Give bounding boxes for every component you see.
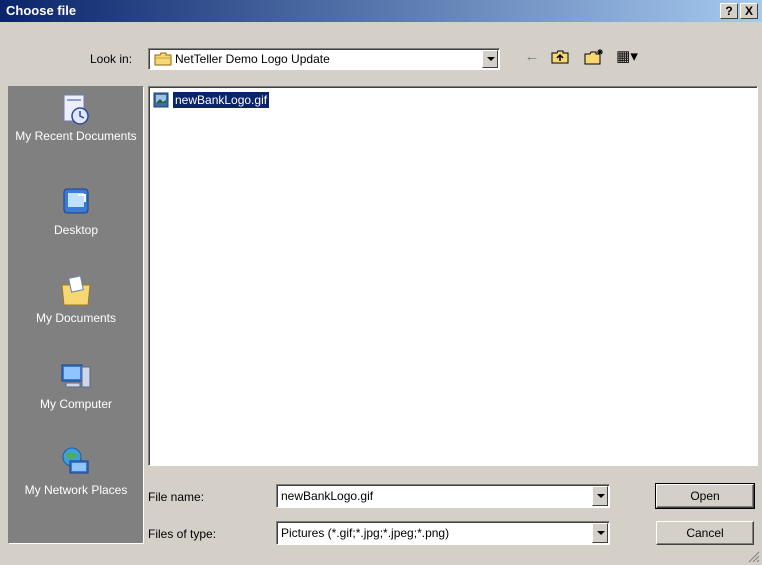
filename-dropdown-button[interactable]: [592, 486, 608, 506]
place-label: My Network Places: [24, 483, 128, 497]
filetype-select[interactable]: Pictures (*.gif;*.jpg;*.jpeg;*.png): [276, 521, 610, 545]
network-places-icon: [62, 447, 89, 474]
place-recent-documents[interactable]: My Recent Documents: [9, 91, 143, 143]
my-documents-icon: [61, 275, 91, 306]
lookin-value: NetTeller Demo Logo Update: [175, 52, 330, 66]
file-name: newBankLogo.gif: [171, 91, 271, 109]
filename-value: newBankLogo.gif: [281, 489, 374, 503]
open-button[interactable]: Open: [655, 483, 755, 509]
desktop-icon: [63, 188, 89, 214]
filename-label: File name:: [148, 490, 205, 504]
place-label: My Computer: [39, 397, 113, 411]
lookin-label: Look in:: [90, 52, 133, 66]
close-button[interactable]: X: [740, 3, 758, 19]
lookin-dropdown-button[interactable]: [482, 50, 498, 68]
lookin-select[interactable]: NetTeller Demo Logo Update: [148, 48, 500, 70]
place-my-computer[interactable]: My Computer: [9, 359, 143, 411]
up-folder-icon[interactable]: [548, 46, 572, 68]
place-label: Desktop: [53, 223, 99, 237]
cancel-button[interactable]: Cancel: [656, 521, 754, 545]
gif-file-icon: [153, 92, 169, 108]
my-computer-icon: [61, 364, 91, 388]
new-folder-icon[interactable]: [582, 46, 606, 68]
title-bar: Choose file ? X: [0, 0, 762, 22]
filetype-dropdown-button[interactable]: [592, 523, 608, 543]
recent-documents-icon: [63, 94, 89, 125]
place-my-documents[interactable]: My Documents: [9, 273, 143, 325]
filetype-label: Files of type:: [148, 527, 217, 541]
filetype-value: Pictures (*.gif;*.jpg;*.jpeg;*.png): [281, 526, 450, 540]
place-desktop[interactable]: Desktop: [9, 185, 143, 237]
file-list[interactable]: newBankLogo.gif: [148, 86, 758, 466]
place-label: My Recent Documents: [15, 129, 137, 143]
filename-field[interactable]: newBankLogo.gif: [276, 484, 610, 508]
place-label: My Documents: [35, 311, 117, 325]
resize-grip-icon[interactable]: [748, 551, 760, 563]
back-icon[interactable]: ←: [520, 46, 544, 68]
views-menu-icon[interactable]: ▦▾: [612, 46, 642, 68]
help-button[interactable]: ?: [720, 3, 738, 19]
places-bar: My Recent Documents Desktop My Documents…: [8, 86, 144, 544]
place-network-places[interactable]: My Network Places: [9, 445, 143, 497]
window-title: Choose file: [6, 3, 77, 18]
folder-icon: [154, 52, 172, 66]
